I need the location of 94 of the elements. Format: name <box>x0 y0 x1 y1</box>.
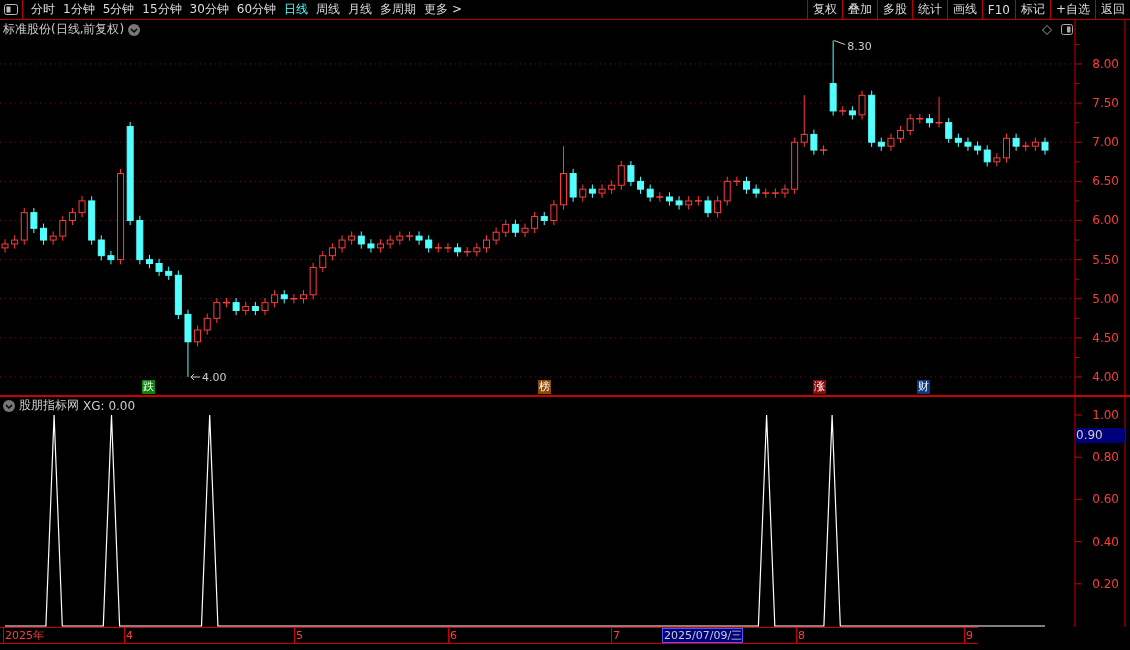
y-axis-label: 0.40 <box>1092 534 1119 549</box>
event-tag[interactable]: 榜 <box>538 380 551 394</box>
candlestick <box>1012 133 1020 152</box>
y-axis-label: 0.80 <box>1092 450 1119 465</box>
y-axis-label: 0.60 <box>1092 492 1119 507</box>
date-axis-label: 2025/07/09/三 <box>662 628 744 643</box>
price-axis-label: 7.50 <box>1092 96 1119 111</box>
period-tab[interactable]: 更多 > <box>424 1 462 18</box>
event-tag[interactable]: 涨 <box>813 380 826 394</box>
candlestick <box>887 133 895 152</box>
date-axis-label: 5 <box>294 628 303 643</box>
candlestick <box>550 199 558 226</box>
price-axis-label: 4.00 <box>1092 370 1119 384</box>
panel-toggle-icon[interactable] <box>1061 24 1073 35</box>
candlestick <box>213 297 221 324</box>
high-price-label: 8.30 <box>847 39 872 53</box>
candlestick <box>443 242 453 254</box>
y-axis-label: 0.20 <box>1092 576 1119 591</box>
period-tab[interactable]: 月线 <box>348 1 373 18</box>
cursor-value-label: 0.90 <box>1075 428 1125 444</box>
event-tag[interactable]: 财 <box>917 380 930 394</box>
period-tab[interactable]: 多周期 <box>380 1 417 18</box>
date-axis-label: 7 <box>611 628 620 643</box>
candlestick <box>1041 137 1049 156</box>
candlestick <box>492 227 500 246</box>
date-axis-label: 6 <box>448 628 457 643</box>
period-tab[interactable]: 分时 <box>31 1 55 18</box>
period-tab[interactable]: 5分钟 <box>102 1 135 18</box>
date-axis-label: 2025年 <box>3 628 44 643</box>
price-axis-label: 4.50 <box>1092 330 1119 345</box>
candlestick <box>993 152 1001 167</box>
candlestick <box>598 183 606 199</box>
candlestick <box>617 160 625 191</box>
candlestick <box>49 230 57 246</box>
y-axis-label: 1.00 <box>1092 408 1119 422</box>
candlestick <box>59 215 67 242</box>
candlestick <box>40 223 48 246</box>
candlestick <box>810 129 818 156</box>
candlestick <box>627 160 635 187</box>
candlestick <box>858 90 866 121</box>
candlestick <box>983 144 991 167</box>
period-tab[interactable]: 15分钟 <box>142 1 182 18</box>
candlestick <box>194 324 202 347</box>
price-axis-label: 8.00 <box>1092 57 1119 71</box>
candlestick <box>1002 133 1010 164</box>
arrow-icon <box>190 373 201 381</box>
price-axis-label: 5.00 <box>1092 291 1119 306</box>
chevron-down-icon[interactable] <box>128 23 141 36</box>
candlestick <box>338 234 346 254</box>
date-axis-label: 8 <box>796 628 805 643</box>
candlestick <box>367 238 375 254</box>
candlestick <box>97 234 105 261</box>
chart-title: 标准股份(日线,前复权) <box>3 21 125 38</box>
candlestick <box>945 117 953 144</box>
candlestick <box>261 297 269 316</box>
candlestick <box>781 183 789 199</box>
indicator-legend: XG: 0.00 <box>83 398 136 413</box>
period-tab[interactable]: 日线 <box>284 1 309 18</box>
candlestick <box>723 176 731 207</box>
candlestick <box>232 297 240 316</box>
price-axis-label: 7.00 <box>1092 135 1119 150</box>
leader-line <box>833 40 846 45</box>
candlestick <box>155 258 163 277</box>
candlestick <box>203 313 211 336</box>
candlestick <box>906 113 914 136</box>
candlestick <box>531 211 539 234</box>
candlestick <box>752 183 760 199</box>
candlestick <box>704 195 712 218</box>
price-axis-label: 6.00 <box>1092 213 1119 228</box>
candlestick <box>319 250 327 273</box>
candlestick <box>473 242 481 257</box>
period-tab[interactable]: 1分钟 <box>63 1 95 18</box>
price-axis-label: 6.50 <box>1092 174 1119 189</box>
date-axis-label: 4 <box>124 628 133 643</box>
period-tab[interactable]: 60分钟 <box>236 1 277 18</box>
period-tab[interactable]: 30分钟 <box>189 1 229 18</box>
candlestick <box>521 223 529 238</box>
chevron-down-icon[interactable] <box>3 399 15 412</box>
candlestick <box>107 250 115 265</box>
candlestick <box>675 195 683 211</box>
event-tag[interactable]: 跌 <box>142 380 155 394</box>
candlestick <box>964 137 972 152</box>
price-axis-label: 5.50 <box>1092 252 1119 267</box>
candlestick <box>78 195 86 218</box>
low-price-label: 4.00 <box>201 371 227 384</box>
date-axis-label: 9 <box>964 628 973 643</box>
diamond-icon[interactable] <box>1042 25 1052 35</box>
candlestick <box>30 207 38 234</box>
candlestick <box>415 230 423 246</box>
candlestick <box>569 168 577 203</box>
indicator-title: 股朋指标网 <box>19 397 79 414</box>
period-tab[interactable]: 周线 <box>316 1 341 18</box>
candlestick <box>800 94 808 148</box>
candlestick <box>714 195 722 218</box>
